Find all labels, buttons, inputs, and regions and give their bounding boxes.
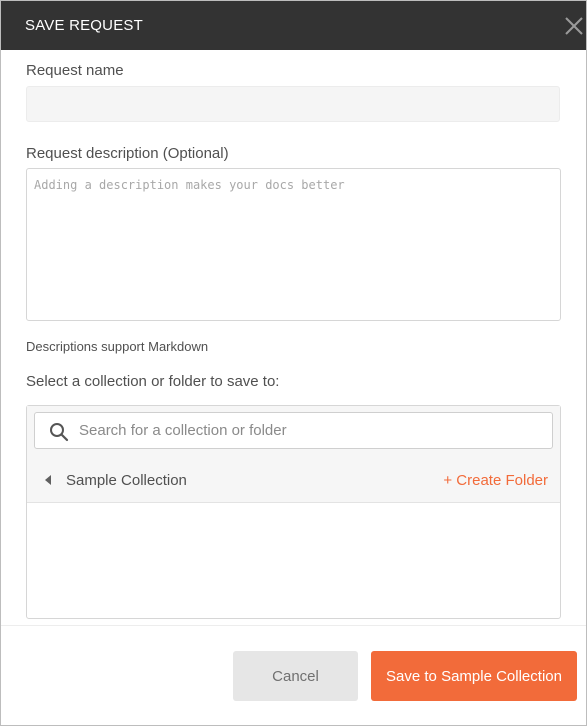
create-folder-link[interactable]: + Create Folder xyxy=(443,472,548,489)
dialog-title: SAVE REQUEST xyxy=(25,17,143,34)
cancel-button[interactable]: Cancel xyxy=(233,651,358,701)
collection-picker-label: Select a collection or folder to save to… xyxy=(26,373,280,390)
save-request-dialog: SAVE REQUEST Request name Request descri… xyxy=(0,0,587,726)
collection-search-box xyxy=(34,412,553,449)
dialog-header: SAVE REQUEST xyxy=(1,1,586,50)
save-button[interactable]: Save to Sample Collection xyxy=(371,651,577,701)
close-button[interactable] xyxy=(560,7,586,45)
request-name-label: Request name xyxy=(26,62,124,79)
collection-picker: Sample Collection + Create Folder xyxy=(26,405,561,619)
collection-picker-header: Sample Collection + Create Folder xyxy=(27,406,560,503)
footer-divider xyxy=(1,625,586,626)
request-description-textarea[interactable] xyxy=(26,168,561,321)
close-icon xyxy=(565,17,583,35)
request-description-label: Request description (Optional) xyxy=(26,145,229,162)
search-icon xyxy=(50,423,69,442)
request-name-input[interactable] xyxy=(26,86,560,122)
collection-search-input[interactable] xyxy=(79,413,539,448)
markdown-hint: Descriptions support Markdown xyxy=(26,339,209,354)
collection-item-sample-collection[interactable]: Sample Collection + Create Folder xyxy=(27,464,560,498)
caret-left-icon xyxy=(45,475,51,485)
collection-name: Sample Collection xyxy=(66,472,187,489)
